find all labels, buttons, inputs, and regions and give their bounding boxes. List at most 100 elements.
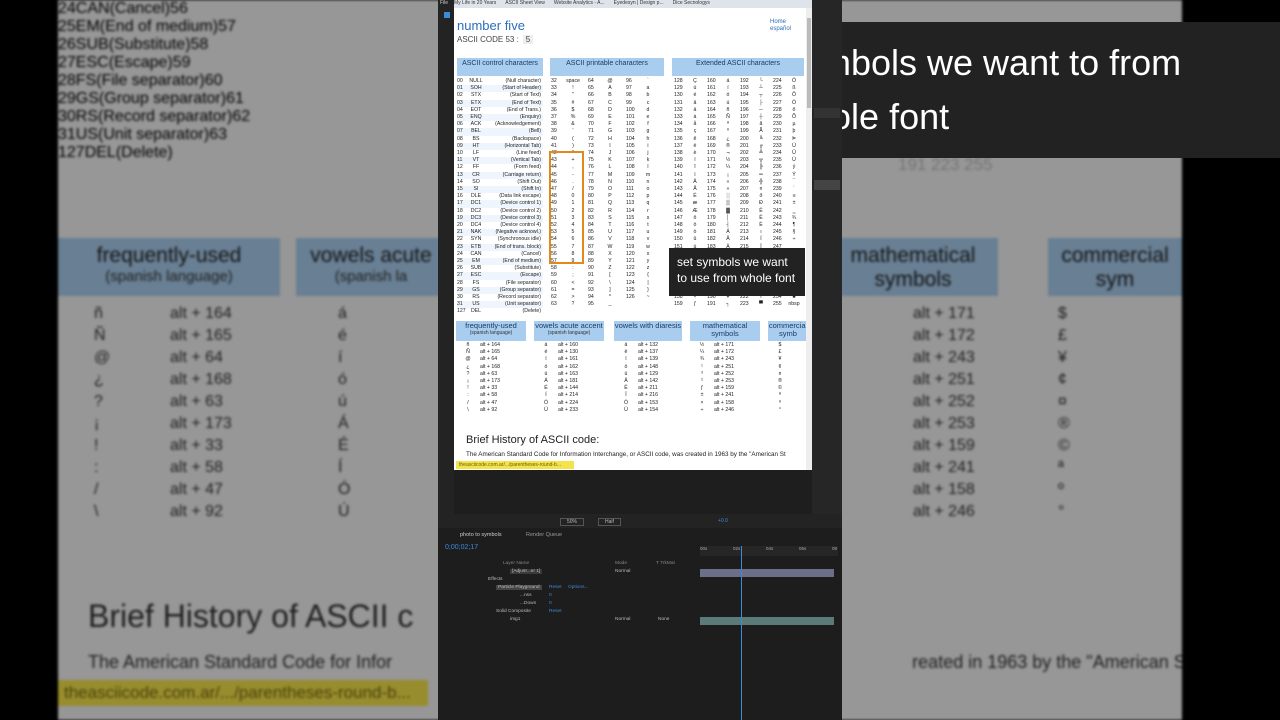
browser-tab[interactable]: Eyedesyn | Design p... xyxy=(614,0,664,6)
printable-cell[interactable]: 114 r xyxy=(626,208,662,215)
group-row[interactable]: ± alt + 241 xyxy=(690,392,760,399)
printable-cell[interactable]: 83 S xyxy=(588,215,624,222)
group-row[interactable]: ª xyxy=(768,392,806,399)
printable-cell[interactable]: 32 space xyxy=(551,78,587,85)
extended-cell[interactable]: 145 æ xyxy=(674,200,706,207)
printable-cell[interactable]: 118 v xyxy=(626,236,662,243)
control-row[interactable]: 27 ESC (Escape) xyxy=(457,272,543,279)
group-row[interactable]: Ïalt + 216 xyxy=(614,392,682,399)
extended-cell[interactable]: 182 Â xyxy=(707,236,739,243)
group-row[interactable]: Öalt + 153 xyxy=(614,400,682,407)
group-row[interactable]: Úalt + 233 xyxy=(534,407,604,414)
printable-cell[interactable]: 35 # xyxy=(551,100,587,107)
group-row[interactable]: Óalt + 224 xyxy=(534,400,604,407)
extended-cell[interactable]: 194 ┬ xyxy=(740,92,772,99)
group-row[interactable]: ï alt + 139 xyxy=(614,356,682,363)
printable-cell[interactable]: 86 V xyxy=(588,236,624,243)
printable-cell[interactable]: 126 ~ xyxy=(626,294,662,301)
extended-cell[interactable]: 174 « xyxy=(707,179,739,186)
scrollbar-thumb[interactable] xyxy=(807,18,811,108)
group-row[interactable]: ¼ alt + 172 xyxy=(690,349,760,356)
extended-cell[interactable]: 234 Û xyxy=(773,150,805,157)
group-row[interactable]: ° xyxy=(768,407,806,414)
extended-cell[interactable]: 229 Õ xyxy=(773,114,805,121)
printable-cell[interactable]: 111 o xyxy=(626,186,662,193)
control-row[interactable]: 19 DC3 (Device control 3) xyxy=(457,215,543,222)
timecode[interactable]: 0;00;02;17 xyxy=(445,544,478,551)
group-row[interactable]: ú alt + 163 xyxy=(534,371,604,378)
group-row[interactable]: Ëalt + 211 xyxy=(614,385,682,392)
control-row[interactable]: 30 RS (Record separator) xyxy=(457,294,543,301)
printable-cell[interactable]: 124 | xyxy=(626,280,662,287)
control-row[interactable]: 12 FF (Form feed) xyxy=(457,164,543,171)
printable-cell[interactable]: 115 s xyxy=(626,215,662,222)
printable-cell[interactable]: 76 L xyxy=(588,164,624,171)
extended-cell[interactable]: 137 ë xyxy=(674,143,706,150)
extended-cell[interactable]: 231 þ xyxy=(773,128,805,135)
group-row[interactable]: × alt + 158 xyxy=(690,400,760,407)
extended-cell[interactable]: 175» xyxy=(707,186,739,193)
group-row[interactable]: ¢ xyxy=(768,364,806,371)
printable-cell[interactable]: 122 z xyxy=(626,265,662,272)
extended-cell[interactable]: 138 è xyxy=(674,150,706,157)
printable-cell[interactable]: 69 E xyxy=(588,114,624,121)
group-row[interactable]: Íalt + 214 xyxy=(534,392,604,399)
control-row[interactable]: 24 CAN (Cancel) xyxy=(457,251,543,258)
printable-cell[interactable]: 119 w xyxy=(626,244,662,251)
control-row[interactable]: 10 LF (Line feed) xyxy=(457,150,543,157)
printable-cell[interactable]: 59; xyxy=(551,272,587,279)
prop-row-2[interactable]: ...Down 0 xyxy=(438,601,698,608)
printable-cell[interactable]: 100 d xyxy=(626,107,662,114)
layer-row-2[interactable]: img1 Normal None xyxy=(438,617,698,624)
extended-cell[interactable]: 192 └ xyxy=(740,78,772,85)
printable-cell[interactable]: 41) xyxy=(551,143,587,150)
menu-file[interactable]: File xyxy=(440,0,448,6)
extended-cell[interactable]: 141 ì xyxy=(674,172,706,179)
tab-render-queue[interactable]: Render Queue xyxy=(526,532,562,538)
printable-cell[interactable]: 102 f xyxy=(626,121,662,128)
printable-cell[interactable]: 93] xyxy=(588,287,624,294)
control-row[interactable]: 02 STX (Start of Text) xyxy=(457,92,543,99)
printable-cell[interactable]: 67 C xyxy=(588,100,624,107)
printable-cell[interactable]: 39 ' xyxy=(551,128,587,135)
extended-cell[interactable]: 195 ├ xyxy=(740,100,772,107)
extended-cell[interactable]: 167 º xyxy=(707,128,739,135)
extended-cell[interactable]: 244 ¶ xyxy=(773,222,805,229)
printable-cell[interactable]: 66 B xyxy=(588,92,624,99)
group-row[interactable]: ¤ xyxy=(768,371,806,378)
group-row[interactable]: ü alt + 129 xyxy=(614,371,682,378)
group-row[interactable]: / alt + 47 xyxy=(456,400,526,407)
extended-cell[interactable]: 241 ± xyxy=(773,200,805,207)
control-row[interactable]: 16 DLE (Data link escape) xyxy=(457,193,543,200)
extended-cell[interactable]: 134 å xyxy=(674,121,706,128)
extended-cell[interactable]: 179 │ xyxy=(707,215,739,222)
effects-row[interactable]: Effects xyxy=(438,577,698,584)
extended-cell[interactable]: 160 á xyxy=(707,78,739,85)
group-row[interactable]: ! alt + 33 xyxy=(456,385,526,392)
printable-cell[interactable]: 90 Z xyxy=(588,265,624,272)
control-row[interactable]: 06 ACK (Acknowledgement) xyxy=(457,121,543,128)
extended-cell[interactable]: 129 ü xyxy=(674,85,706,92)
extended-cell[interactable]: 242 ‗ xyxy=(773,208,805,215)
extended-cell[interactable]: 133 à xyxy=(674,114,706,121)
printable-cell[interactable]: 88 X xyxy=(588,251,624,258)
printable-cell[interactable]: 71 G xyxy=(588,128,624,135)
layer-bar-1[interactable] xyxy=(700,569,834,577)
printable-cell[interactable]: 109 m xyxy=(626,172,662,179)
control-row[interactable]: 11 VT (Vertical Tab) xyxy=(457,157,543,164)
printable-cell[interactable]: 78 N xyxy=(588,179,624,186)
group-row[interactable]: ƒ alt + 159 xyxy=(690,385,760,392)
printable-cell[interactable]: 98 b xyxy=(626,92,662,99)
extended-cell[interactable]: 164 ñ xyxy=(707,107,739,114)
printable-cell[interactable]: 40 ( xyxy=(551,136,587,143)
group-row[interactable]: ² alt + 253 xyxy=(690,378,760,385)
extended-cell[interactable]: 232 Þ xyxy=(773,136,805,143)
group-row[interactable]: Ñalt + 165 xyxy=(456,349,526,356)
printable-cell[interactable]: 68 D xyxy=(588,107,624,114)
browser-tab[interactable]: Dice Secnologys xyxy=(673,0,710,6)
extended-cell[interactable]: 208 ð xyxy=(740,193,772,200)
control-row[interactable]: 03 ETX (End of Text) xyxy=(457,100,543,107)
printable-cell[interactable]: 34 " xyxy=(551,92,587,99)
printable-cell[interactable]: 60 < xyxy=(551,280,587,287)
printable-cell[interactable]: 104 h xyxy=(626,136,662,143)
